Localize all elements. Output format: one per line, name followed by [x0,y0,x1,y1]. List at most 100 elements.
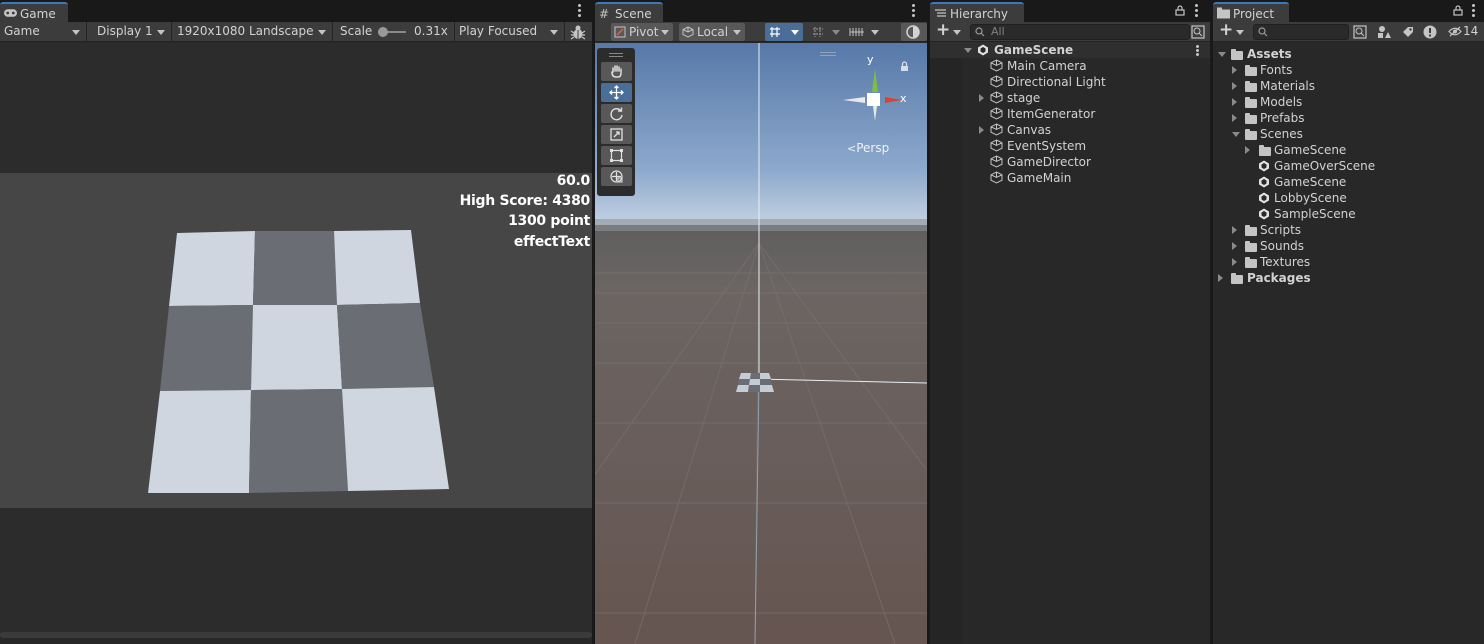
scale-tool-button[interactable] [601,125,632,144]
fold-open-icon[interactable] [964,48,972,53]
scene-asset[interactable]: LobbyScene [1213,190,1484,206]
filter-by-type-icon[interactable] [1377,25,1392,39]
project-folder-label: Materials [1260,79,1316,93]
display-dropdown[interactable]: Display 1 [93,22,172,42]
shading-mode-button[interactable] [901,23,927,41]
hierarchy-item[interactable]: stage [930,90,1210,106]
overlay-drag-handle[interactable] [609,53,623,57]
tab-scene[interactable]: # Scene [595,2,663,22]
project-folder[interactable]: Scripts [1213,222,1484,238]
search-scope-icon[interactable] [1353,25,1367,39]
fold-closed-icon[interactable] [1232,82,1237,90]
console-warning-icon[interactable] [1423,25,1437,39]
grid-snapping-button[interactable] [765,23,803,41]
hidden-packages-count: 14 [1463,24,1479,38]
assets-folder[interactable]: Assets [1213,46,1484,62]
pivot-button[interactable]: Pivot [611,23,673,41]
persp-toggle[interactable]: <Persp [847,141,889,155]
folder-icon [1245,257,1257,268]
local-button[interactable]: Local [679,23,745,41]
lock-icon[interactable] [1453,5,1463,16]
hidden-packages-toggle[interactable]: 14 [1447,22,1481,42]
rect-tool-button[interactable] [601,146,632,165]
scene-root-row[interactable]: GameScene [930,42,1210,58]
fold-closed-icon[interactable] [1232,66,1237,74]
scene-asset[interactable]: GameOverScene [1213,158,1484,174]
fold-closed-icon[interactable] [1232,114,1237,122]
lock-icon[interactable] [1175,5,1185,16]
ruler-icon [849,28,864,36]
scale-value: 0.31x [414,24,448,38]
fold-open-icon[interactable] [1232,132,1240,137]
scene-root-menu-icon[interactable] [1196,45,1199,56]
pivot-label: Pivot [629,25,659,39]
hierarchy-item[interactable]: Main Camera [930,58,1210,74]
scene-tabbar: # Scene [595,0,927,22]
bug-icon[interactable] [570,25,586,40]
search-icon [1258,27,1268,37]
project-menu-icon[interactable] [1472,4,1476,19]
fold-closed-icon[interactable] [1232,258,1237,266]
create-button[interactable]: + [934,20,962,41]
rotate-tool-button[interactable] [601,104,632,123]
fold-open-icon[interactable] [1218,52,1226,57]
project-folder[interactable]: GameScene [1213,142,1484,158]
hierarchy-tabbar: Hierarchy [930,0,1210,22]
game-view-dropdown[interactable]: Game [0,22,87,42]
project-create-button[interactable]: + [1217,20,1245,41]
orientation-gizmo[interactable] [839,53,911,128]
hierarchy-item[interactable]: ItemGenerator [930,106,1210,122]
plus-icon: + [1219,20,1234,40]
snap-increment-button[interactable] [808,23,844,41]
project-folder[interactable]: Models [1213,94,1484,110]
hierarchy-search-input[interactable]: All [970,24,1190,40]
play-mode-dropdown[interactable]: Play Focused [455,22,565,42]
hierarchy-menu-icon[interactable] [1195,4,1199,19]
fps-text: 60.0 [556,173,591,189]
project-folder[interactable]: Scenes [1213,126,1484,142]
fold-closed-icon[interactable] [1218,274,1223,282]
game-menu-icon[interactable] [578,4,582,19]
tab-project[interactable]: Project [1213,2,1289,22]
plus-icon: + [936,20,951,40]
fold-closed-icon[interactable] [1232,226,1237,234]
fold-closed-icon[interactable] [979,126,984,134]
scale-slider-thumb[interactable] [378,27,388,37]
project-folder[interactable]: Sounds [1213,238,1484,254]
fold-closed-icon[interactable] [1232,242,1237,250]
game-horizontal-scrollbar[interactable] [0,632,592,638]
gameobject-cube-icon [990,155,1003,168]
tab-hierarchy[interactable]: Hierarchy [930,2,1024,22]
move-tool-button[interactable] [601,83,632,102]
fold-closed-icon[interactable] [1245,146,1250,154]
tab-game[interactable]: Game [0,2,68,22]
project-folder[interactable]: Textures [1213,254,1484,270]
transform-tool-button[interactable] [601,167,632,186]
project-folder[interactable]: Fonts [1213,62,1484,78]
project-search-input[interactable] [1253,24,1349,40]
move-icon [609,85,624,100]
rect-transform-icon [610,149,623,162]
fold-closed-icon[interactable] [979,94,984,102]
scene-menu-icon[interactable] [912,4,916,19]
persp-label: Persp [856,141,890,155]
project-folder[interactable]: Materials [1213,78,1484,94]
folder-icon [1245,225,1257,236]
filter-by-label-icon[interactable] [1401,25,1415,39]
project-folder[interactable]: Prefabs [1213,110,1484,126]
folder-icon [1245,81,1257,92]
hand-tool-button[interactable] [601,62,632,81]
scene-asset[interactable]: GameScene [1213,174,1484,190]
hierarchy-item[interactable]: GameMain [930,170,1210,186]
ruler-snap-button[interactable] [847,23,883,41]
hierarchy-item[interactable]: EventSystem [930,138,1210,154]
scene-visibility-icon[interactable] [1191,25,1205,39]
hierarchy-item[interactable]: Canvas [930,122,1210,138]
fold-closed-icon[interactable] [1232,98,1237,106]
overlay-drag-handle-top[interactable] [820,52,836,56]
hierarchy-item[interactable]: Directional Light [930,74,1210,90]
packages-folder[interactable]: Packages [1213,270,1484,286]
hierarchy-item[interactable]: GameDirector [930,154,1210,170]
resolution-dropdown[interactable]: 1920x1080 Landscape [173,22,333,42]
scene-asset[interactable]: SampleScene [1213,206,1484,222]
